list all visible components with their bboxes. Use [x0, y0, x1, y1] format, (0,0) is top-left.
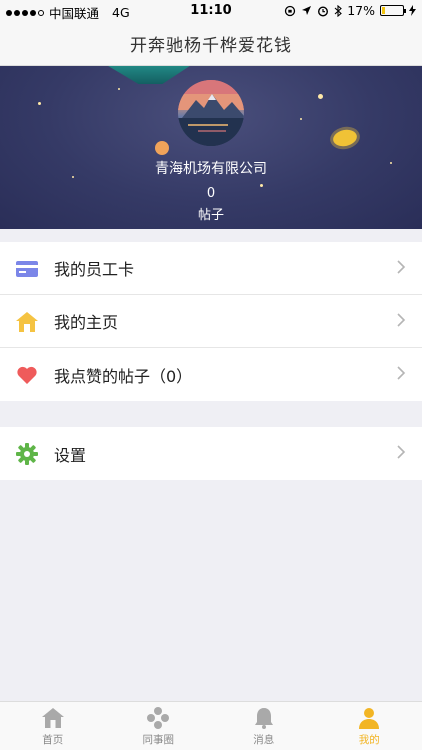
navigation-bar: 开奔驰杨千桦爱花钱 — [0, 22, 422, 66]
menu-item-liked-posts[interactable]: 我点赞的帖子（0） — [0, 348, 422, 401]
person-icon — [359, 707, 380, 729]
tab-home[interactable]: 首页 — [0, 702, 106, 750]
battery-icon — [380, 5, 406, 16]
decorative-planet — [155, 141, 169, 155]
menu-label-settings: 设置 — [54, 445, 87, 465]
post-count: 0 — [206, 186, 216, 201]
settings-menu: 设置 — [0, 427, 422, 480]
tab-label-colleague-circle: 同事圈 — [142, 733, 175, 746]
tab-label-home: 首页 — [42, 733, 64, 746]
colleague-circle-icon — [147, 706, 170, 729]
tab-colleague-circle[interactable]: 同事圈 — [106, 702, 212, 750]
avatar-image — [178, 80, 244, 146]
decorative-star — [118, 88, 120, 90]
decorative-planet — [331, 127, 359, 149]
menu-label-liked-posts: 我点赞的帖子（0） — [54, 366, 193, 386]
home-icon — [16, 311, 38, 333]
decorative-gem — [88, 66, 208, 84]
battery-percent: 17% — [347, 3, 375, 18]
profile-banner: 青海机场有限公司 0 帖子 — [0, 66, 422, 229]
heart-icon — [16, 364, 38, 386]
bell-icon — [254, 707, 273, 729]
status-bar: 中国联通 4G 11:10 17% — [0, 0, 422, 22]
id-card-icon — [16, 258, 38, 280]
charging-bolt-icon — [409, 5, 416, 16]
tab-label-messages: 消息 — [253, 733, 275, 746]
chevron-right-icon — [397, 445, 406, 459]
rotation-lock-icon — [285, 5, 296, 16]
bluetooth-icon — [334, 4, 343, 17]
tab-messages[interactable]: 消息 — [211, 702, 317, 750]
decorative-star — [38, 102, 41, 105]
home-icon — [41, 707, 64, 728]
menu-item-employee-card[interactable]: 我的员工卡 — [0, 242, 422, 295]
tab-mine[interactable]: 我的 — [317, 702, 422, 750]
menu-label-employee-card: 我的员工卡 — [54, 260, 135, 279]
chevron-right-icon — [397, 260, 406, 274]
post-count-label: 帖子 — [197, 208, 224, 223]
decorative-star — [318, 94, 323, 99]
profile-menu: 我的员工卡 我的主页 我点赞的帖子（0） — [0, 242, 422, 401]
tab-label-mine: 我的 — [358, 733, 380, 746]
location-arrow-icon — [302, 6, 312, 15]
page-title: 开奔驰杨千桦爱花钱 — [130, 36, 292, 56]
gear-icon — [16, 443, 38, 465]
chevron-right-icon — [397, 313, 406, 327]
tab-bar: 首页 同事圈 消息 我的 — [0, 701, 422, 750]
menu-item-homepage[interactable]: 我的主页 — [0, 295, 422, 348]
status-right: 17% — [284, 3, 416, 18]
decorative-star — [300, 118, 302, 120]
alarm-icon — [318, 5, 329, 17]
company-name: 青海机场有限公司 — [155, 161, 267, 177]
chevron-right-icon — [397, 366, 406, 380]
avatar[interactable] — [178, 80, 244, 146]
menu-label-homepage: 我的主页 — [54, 313, 119, 332]
menu-item-settings[interactable]: 设置 — [0, 427, 422, 480]
